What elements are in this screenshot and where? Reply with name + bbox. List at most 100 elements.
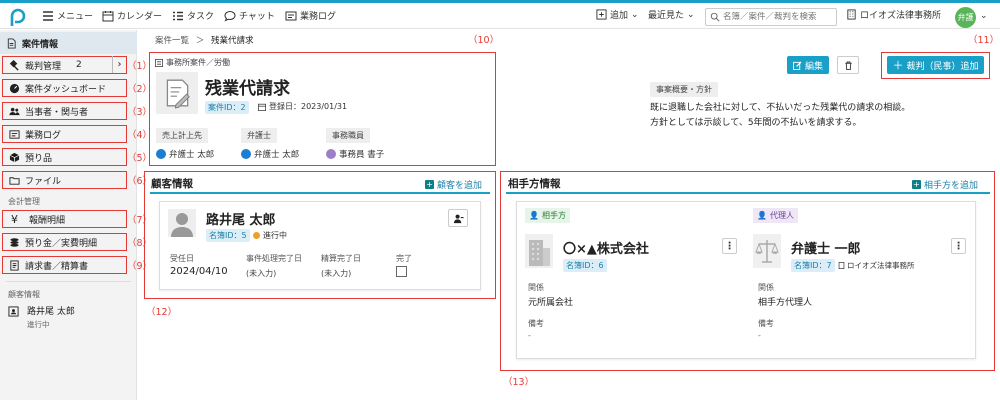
add-client-label: 顧客を追加 bbox=[437, 181, 483, 191]
recent-dropdown[interactable]: 最近見た ⌄ bbox=[648, 8, 695, 22]
summary-line: 方針としては示談して、5年間の不払いを請求する。 bbox=[650, 118, 862, 128]
calendar-icon bbox=[102, 10, 114, 21]
opponent-role-tag: 👤 相手方 bbox=[525, 208, 570, 223]
annotation-10: （10） bbox=[468, 35, 500, 46]
sidebar-client-name: 路井尾 太郎 bbox=[27, 307, 75, 317]
people-icon bbox=[9, 107, 20, 115]
sidebar-item-parties[interactable]: 当事者・関与者 bbox=[2, 102, 127, 120]
sidebar-item-label: 当事者・関与者 bbox=[25, 107, 89, 118]
yen-icon: ¥ bbox=[11, 212, 18, 226]
kebab-icon: ⋮ bbox=[724, 240, 735, 252]
sidebar-item-dashboard[interactable]: 案件ダッシュボード bbox=[2, 79, 127, 97]
add-dropdown[interactable]: 追加 ⌄ bbox=[596, 8, 639, 21]
work-log-icon bbox=[9, 129, 20, 139]
nav-menu[interactable]: メニュー bbox=[42, 9, 93, 22]
client-menu-button[interactable] bbox=[448, 209, 468, 227]
gavel-icon bbox=[9, 59, 19, 71]
edit-button[interactable]: 編集 bbox=[787, 56, 829, 74]
nav-calendar-label: カレンダー bbox=[117, 12, 163, 22]
sidebar-item-label: 報酬明細 bbox=[29, 215, 66, 226]
client-meibo-id: 名簿ID：5 bbox=[206, 229, 250, 242]
annotation-12: （12） bbox=[146, 307, 178, 318]
delete-button[interactable] bbox=[837, 56, 859, 74]
sidebar-item-label: 業務ログ bbox=[25, 130, 62, 141]
field-label-accepted: 受任日 bbox=[170, 254, 194, 263]
opponent-menu-button[interactable]: ⋮ bbox=[722, 238, 737, 254]
user-icon bbox=[326, 149, 336, 159]
case-category: 事務所案件／労働 bbox=[155, 57, 230, 68]
app-logo[interactable] bbox=[8, 8, 28, 28]
opponent-relation: 元所属会社 bbox=[528, 298, 574, 308]
person-icon: 👤 bbox=[757, 211, 767, 220]
document-icon bbox=[7, 37, 16, 49]
add-client-link[interactable]: + 顧客を追加 bbox=[425, 178, 482, 191]
breadcrumb-current: 残業代請求 bbox=[210, 36, 254, 46]
nav-calendar[interactable]: カレンダー bbox=[102, 9, 162, 22]
opponent-note: - bbox=[528, 331, 531, 340]
role-person-sales[interactable]: 弁護士 太郎 bbox=[156, 148, 214, 160]
role-person-lawyer[interactable]: 弁護士 太郎 bbox=[241, 148, 299, 160]
field-value-settlement-complete: (未入力) bbox=[321, 269, 352, 278]
task-list-icon bbox=[173, 11, 183, 20]
agent-role-label: 代理人 bbox=[769, 211, 794, 220]
breadcrumb-parent[interactable]: 案件一覧 bbox=[155, 36, 189, 46]
office-switch[interactable]: ロイオズ法律事務所 bbox=[846, 8, 941, 21]
plus-square-icon: + bbox=[912, 180, 921, 189]
agent-note-label: 備考 bbox=[758, 319, 774, 328]
client-status: 進行中 bbox=[253, 230, 287, 241]
calendar-icon bbox=[258, 103, 266, 111]
agent-menu-button[interactable]: ⋮ bbox=[951, 238, 966, 254]
sidebar-item-label: 案件情報 bbox=[22, 39, 59, 50]
sidebar-client-status: 進行中 bbox=[27, 320, 50, 329]
agent-meibo-id: 名簿ID：7 bbox=[791, 259, 835, 272]
sidebar-item-trial[interactable]: 裁判管理 2 › bbox=[2, 56, 127, 74]
opponent-avatar bbox=[525, 234, 553, 268]
add-opponent-link[interactable]: + 相手方を追加 bbox=[912, 178, 978, 191]
case-title: 残業代請求 bbox=[205, 79, 290, 99]
search-input[interactable] bbox=[723, 12, 833, 22]
sidebar-item-fees[interactable]: ¥ 報酬明細 bbox=[2, 210, 127, 228]
sidebar-item-files[interactable]: ファイル bbox=[2, 171, 127, 189]
nav-task[interactable]: タスク bbox=[172, 9, 214, 22]
sidebar-item-deposit-items[interactable]: 預り品 bbox=[2, 148, 127, 166]
opponent-section-title: 相手方情報 bbox=[508, 178, 561, 190]
sidebar-item-work-log[interactable]: 業務ログ bbox=[2, 125, 127, 143]
chevron-down-icon: ⌄ bbox=[687, 9, 695, 20]
search-box[interactable] bbox=[705, 8, 837, 26]
sidebar-client[interactable]: 路井尾 太郎 進行中 bbox=[8, 304, 75, 330]
sidebar-item-deposits[interactable]: 預り金／実費明細 bbox=[2, 233, 127, 251]
nav-chat[interactable]: チャット bbox=[224, 9, 275, 22]
case-doc-icon bbox=[156, 72, 198, 114]
agent-name[interactable]: 弁護士 一郎 bbox=[791, 238, 861, 257]
nav-work-log[interactable]: 業務ログ bbox=[285, 9, 336, 22]
opponent-name[interactable]: 〇×▲株式会社 bbox=[563, 238, 649, 257]
box-icon bbox=[9, 152, 20, 162]
plus-icon: ＋ bbox=[892, 59, 904, 72]
plus-square-icon bbox=[596, 9, 607, 20]
top-bar: メニュー カレンダー タスク チャット 業務ログ 追加 ⌄ 最近見た ⌄ ロイオ… bbox=[0, 0, 1000, 29]
folder-icon bbox=[9, 176, 20, 185]
client-heading: 顧客情報 bbox=[8, 290, 40, 299]
recent-dropdown-label: 最近見た bbox=[648, 11, 685, 21]
complete-checkbox[interactable] bbox=[396, 266, 407, 277]
client-name[interactable]: 路井尾 太郎 bbox=[206, 209, 276, 228]
user-icon bbox=[241, 149, 251, 159]
role-label-sales: 売上計上先 bbox=[156, 128, 208, 143]
expand-chevron-icon[interactable]: › bbox=[112, 56, 126, 73]
status-dot-icon bbox=[253, 232, 260, 239]
summary-text: 既に退職した会社に対して、不払いだった残業代の請求の相談。 方針としては示談して… bbox=[650, 101, 910, 131]
client-avatar bbox=[168, 209, 196, 237]
list-icon bbox=[155, 58, 163, 67]
building-icon bbox=[847, 9, 856, 20]
add-trial-button[interactable]: ＋ 裁判（民事）追加 bbox=[887, 56, 984, 74]
role-label-lawyer: 弁護士 bbox=[241, 128, 277, 143]
trial-count: 2 bbox=[76, 60, 82, 70]
chevron-down-icon[interactable]: ⌄ bbox=[980, 11, 988, 21]
role-person-staff[interactable]: 事務員 書子 bbox=[326, 148, 384, 160]
add-trial-button-label: 裁判（民事）追加 bbox=[906, 61, 979, 72]
summary-line: 既に退職した会社に対して、不払いだった残業代の請求の相談。 bbox=[650, 103, 911, 113]
breadcrumb-separator: ＞ bbox=[195, 36, 205, 46]
sidebar-item-case-info[interactable]: 案件情報 bbox=[0, 32, 137, 54]
sidebar-item-invoices[interactable]: 請求書／精算書 bbox=[2, 256, 127, 274]
user-avatar[interactable]: 弁護 bbox=[955, 7, 976, 28]
